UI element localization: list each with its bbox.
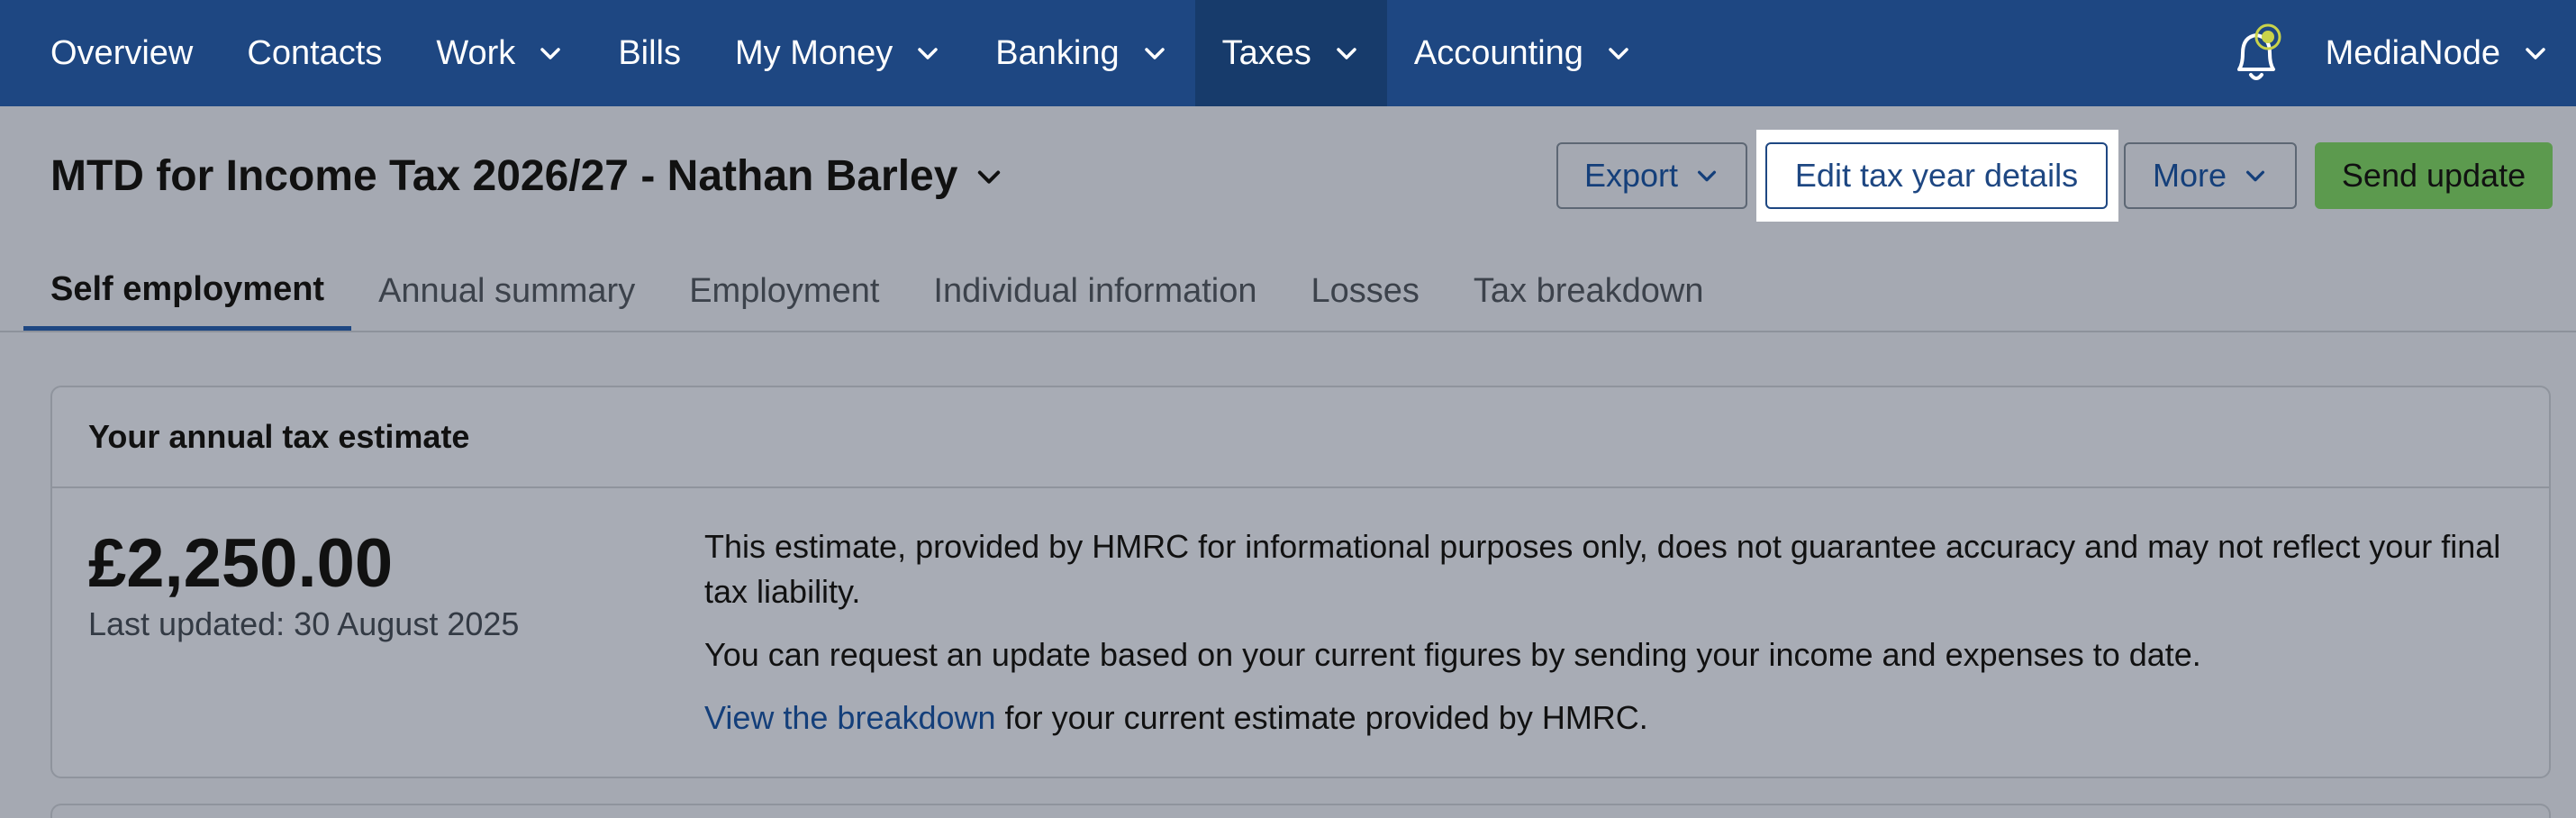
tax-estimate-amount: £2,250.00 — [88, 525, 394, 602]
tab-employment[interactable]: Employment — [662, 252, 906, 330]
tab-label: Self employment — [50, 269, 325, 308]
nav-item-overview[interactable]: Overview — [23, 0, 220, 106]
last-updated-text: Last updated: 30 August 2025 — [88, 605, 520, 642]
nav-item-taxes[interactable]: Taxes — [1194, 0, 1387, 106]
tab-label: Losses — [1311, 271, 1420, 310]
edit-tax-year-details-label: Edit tax year details — [1794, 157, 2079, 194]
card-title: Your annual tax estimate — [88, 418, 470, 455]
tab-label: Tax breakdown — [1473, 271, 1704, 310]
chevron-down-icon — [537, 40, 564, 67]
tab-label: Employment — [689, 271, 880, 310]
breakdown-text: View the breakdown for your current esti… — [704, 695, 2524, 741]
tab-annual-summary[interactable]: Annual summary — [351, 252, 662, 330]
nav-item-contacts[interactable]: Contacts — [220, 0, 409, 106]
export-button-label: Export — [1583, 157, 1679, 194]
nav-item-banking[interactable]: Banking — [968, 0, 1194, 106]
chevron-down-icon — [2522, 40, 2549, 67]
nav-right-group: MediaNode — [2227, 0, 2576, 106]
nav-item-label: Taxes — [1221, 33, 1311, 72]
request-update-text: You can request an update based on your … — [704, 636, 2201, 673]
send-update-label: Send update — [2341, 157, 2526, 194]
tab-label: Individual information — [933, 271, 1257, 310]
tab-bar: Self employment Annual summary Employmen… — [23, 252, 1731, 333]
export-button[interactable]: Export — [1556, 142, 1747, 209]
nav-item-accounting[interactable]: Accounting — [1387, 0, 1659, 106]
nav-item-label: Overview — [50, 33, 194, 72]
more-button-label: More — [2152, 157, 2227, 194]
chevron-down-icon — [1605, 40, 1632, 67]
edit-tax-year-details-button[interactable]: Edit tax year details — [1765, 142, 2108, 209]
nav-item-label: Banking — [995, 33, 1120, 72]
next-card-edge — [50, 804, 2551, 818]
send-update-button[interactable]: Send update — [2315, 142, 2553, 209]
nav-item-label: Bills — [618, 33, 681, 72]
more-button[interactable]: More — [2124, 142, 2297, 209]
top-navigation: Overview Contacts Work Bills My Money Ba… — [0, 0, 2576, 106]
tab-label: Annual summary — [378, 271, 636, 310]
tab-losses[interactable]: Losses — [1284, 252, 1447, 330]
bell-icon[interactable] — [2227, 17, 2290, 89]
nav-item-my-money[interactable]: My Money — [708, 0, 968, 106]
breakdown-rest-text: for your current estimate provided by HM… — [995, 699, 1648, 736]
nav-item-label: Contacts — [247, 33, 383, 72]
tab-individual-information[interactable]: Individual information — [906, 252, 1283, 330]
nav-item-bills[interactable]: Bills — [591, 0, 708, 106]
account-menu[interactable]: MediaNode — [2326, 34, 2576, 73]
chevron-down-icon — [1141, 40, 1168, 67]
nav-item-label: Accounting — [1413, 33, 1583, 72]
nav-item-label: Work — [436, 33, 516, 72]
card-header: Your annual tax estimate — [52, 387, 2549, 488]
view-breakdown-link[interactable]: View the breakdown — [704, 699, 996, 736]
tab-tax-breakdown[interactable]: Tax breakdown — [1447, 252, 1731, 330]
chevron-down-icon — [914, 40, 941, 67]
page-title[interactable]: MTD for Income Tax 2026/27 - Nathan Barl… — [50, 151, 1004, 201]
tab-self-employment[interactable]: Self employment — [23, 252, 352, 332]
tabs-divider — [0, 331, 2576, 332]
estimate-description: This estimate, provided by HMRC for info… — [704, 524, 2524, 759]
nav-item-work[interactable]: Work — [409, 0, 591, 106]
chevron-down-icon — [1694, 163, 1719, 188]
disclaimer-text: This estimate, provided by HMRC for info… — [704, 528, 2501, 610]
chevron-down-icon — [974, 161, 1004, 192]
chevron-down-icon — [1333, 40, 1360, 67]
page-title-text: MTD for Income Tax 2026/27 - Nathan Barl… — [50, 152, 958, 200]
chevron-down-icon — [2243, 163, 2268, 188]
nav-item-label: My Money — [735, 33, 893, 72]
account-label: MediaNode — [2325, 33, 2500, 72]
annual-tax-estimate-card: Your annual tax estimate £2,250.00 Last … — [50, 386, 2551, 778]
